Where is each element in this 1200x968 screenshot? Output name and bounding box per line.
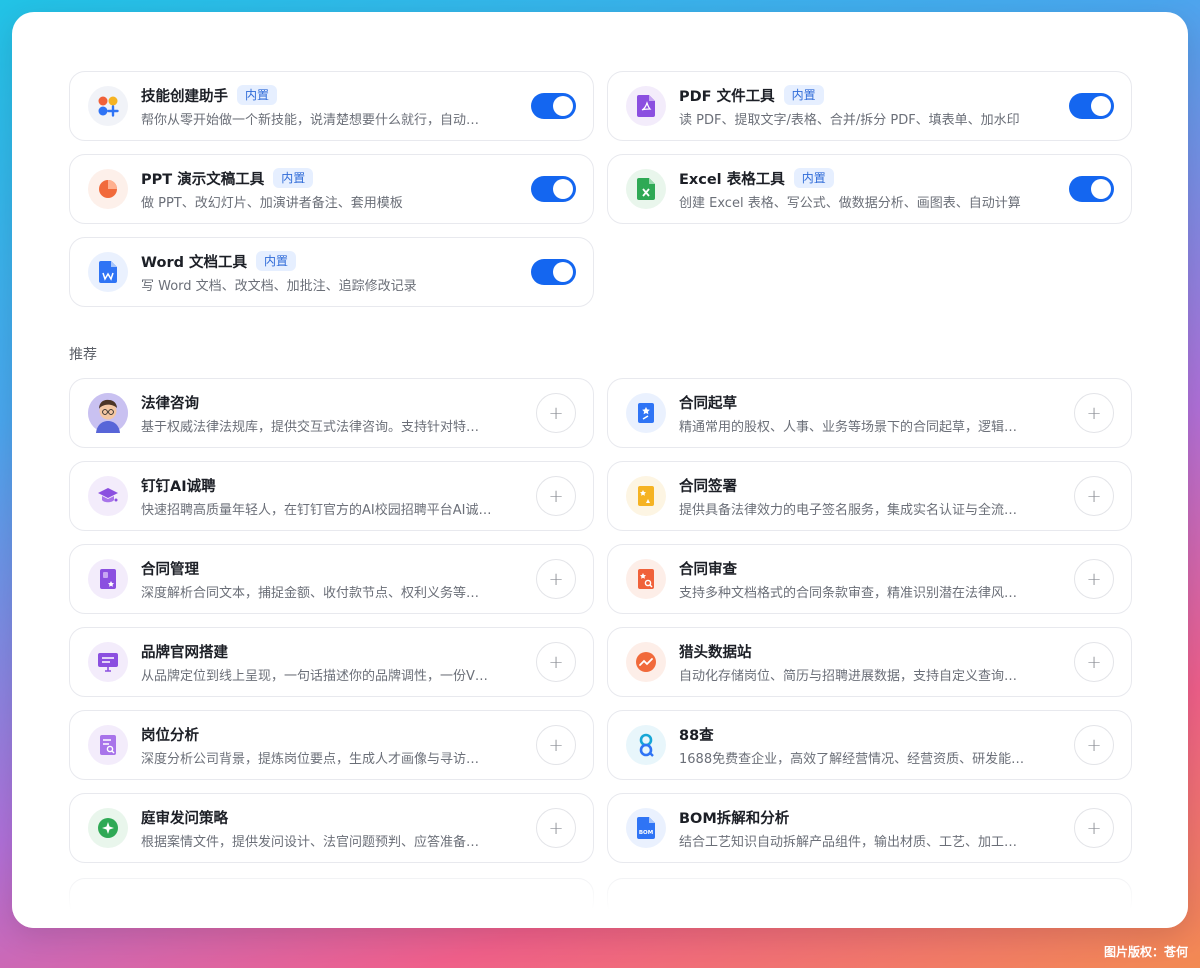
builtin-badge: 内置 bbox=[256, 251, 297, 271]
skill-card-skill-creator[interactable]: 技能创建助手 内置 帮你从零开始做一个新技能，说清楚想要什么就行，自动… bbox=[69, 71, 594, 141]
add-skill-button[interactable]: + bbox=[1074, 559, 1114, 599]
skill-description: 从品牌定位到线上呈现，一句话描述你的品牌调性，一份V… bbox=[141, 669, 488, 684]
contract-review-icon bbox=[626, 559, 666, 599]
skill-title: 88查 bbox=[679, 727, 714, 744]
skill-title: Word 文档工具 bbox=[141, 254, 248, 271]
bom-icon: BOM bbox=[626, 808, 666, 848]
enable-toggle[interactable] bbox=[1069, 93, 1114, 119]
add-skill-button[interactable]: + bbox=[536, 808, 576, 848]
skill-description: 结合工艺知识自动拆解产品组件，输出材质、工艺、加工… bbox=[679, 835, 1018, 850]
skill-title: 法律咨询 bbox=[141, 395, 199, 412]
skill-description: 1688免费查企业，高效了解经营情况、经营资质、研发能… bbox=[679, 752, 1025, 767]
skill-description: 写 Word 文档、改文档、加批注、追踪修改记录 bbox=[141, 279, 417, 294]
builtin-badge: 内置 bbox=[273, 168, 314, 188]
skill-title: 岗位分析 bbox=[141, 727, 199, 744]
add-skill-button[interactable]: + bbox=[1074, 808, 1114, 848]
builtin-badge: 内置 bbox=[237, 85, 278, 105]
court-strategy-icon bbox=[88, 808, 128, 848]
add-skill-button[interactable]: + bbox=[1074, 725, 1114, 765]
enable-toggle[interactable] bbox=[531, 93, 576, 119]
add-skill-button[interactable]: + bbox=[536, 559, 576, 599]
skill-card-contract-review[interactable]: 合同审查 支持多种文档格式的合同条款审查，精准识别潜在法律风… + bbox=[607, 544, 1132, 614]
job-analysis-icon bbox=[88, 725, 128, 765]
skill-description: 精通常用的股权、人事、业务等场景下的合同起草，逻辑… bbox=[679, 420, 1018, 435]
skill-description: 提供具备法律效力的电子签名服务，集成实名认证与全流… bbox=[679, 503, 1018, 518]
skill-card-excel[interactable]: Excel 表格工具 内置 创建 Excel 表格、写公式、做数据分析、画图表、自… bbox=[607, 154, 1132, 224]
website-builder-icon bbox=[88, 642, 128, 682]
skills-panel: 技能创建助手 内置 帮你从零开始做一个新技能，说清楚想要什么就行，自动… PDF … bbox=[12, 12, 1188, 928]
skill-card-legal-consult[interactable]: 法律咨询 基于权威法律法规库，提供交互式法律咨询。支持针对特… + bbox=[69, 378, 594, 448]
skill-card-contract-manage[interactable]: 合同管理 深度解析合同文本，捕捉金额、收付款节点、权利义务等… + bbox=[69, 544, 594, 614]
skill-title: 合同签署 bbox=[679, 478, 737, 495]
skill-creator-icon bbox=[88, 86, 128, 126]
contract-manage-icon bbox=[88, 559, 128, 599]
skill-card-bom-analysis[interactable]: BOM BOM拆解和分析 结合工艺知识自动拆解产品组件，输出材质、工艺、加工… … bbox=[607, 793, 1132, 863]
copyright-watermark: 图片版权：苍何 bbox=[1103, 945, 1188, 959]
skill-description: 支持多种文档格式的合同条款审查，精准识别潜在法律风… bbox=[679, 586, 1018, 601]
contract-draft-icon bbox=[626, 393, 666, 433]
skill-card-contract-sign[interactable]: 合同签署 提供具备法律效力的电子签名服务，集成实名认证与全流… + bbox=[607, 461, 1132, 531]
skill-description: 深度分析公司背景，提炼岗位要点，生成人才画像与寻访… bbox=[141, 752, 480, 767]
skill-card-word[interactable]: Word 文档工具 内置 写 Word 文档、改文档、加批注、追踪修改记录 bbox=[69, 237, 594, 307]
skill-title: BOM拆解和分析 bbox=[679, 810, 790, 827]
word-icon bbox=[88, 252, 128, 292]
skill-description: 基于权威法律法规库，提供交互式法律咨询。支持针对特… bbox=[141, 420, 480, 435]
builtin-skills-grid: 技能创建助手 内置 帮你从零开始做一个新技能，说清楚想要什么就行，自动… PDF … bbox=[69, 71, 1132, 307]
builtin-badge: 内置 bbox=[793, 168, 834, 188]
skill-card-88-search[interactable]: 88查 1688免费查企业，高效了解经营情况、经营资质、研发能… + bbox=[607, 710, 1132, 780]
builtin-badge: 内置 bbox=[783, 85, 824, 105]
contract-sign-icon bbox=[626, 476, 666, 516]
svg-text:BOM: BOM bbox=[639, 830, 653, 836]
skill-description: 深度解析合同文本，捕捉金额、收付款节点、权利义务等… bbox=[141, 586, 480, 601]
ppt-icon bbox=[88, 169, 128, 209]
skill-title: 合同管理 bbox=[141, 561, 199, 578]
skill-card-pdf[interactable]: PDF 文件工具 内置 读 PDF、提取文字/表格、合并/拆分 PDF、填表单、加… bbox=[607, 71, 1132, 141]
skill-title: 钉钉AI诚聘 bbox=[141, 478, 216, 495]
pdf-icon bbox=[626, 86, 666, 126]
skill-card-ppt[interactable]: PPT 演示文稿工具 内置 做 PPT、改幻灯片、加演讲者备注、套用模板 bbox=[69, 154, 594, 224]
skill-description: 根据案情文件，提供发问设计、法官问题预判、应答准备… bbox=[141, 835, 480, 850]
skill-title: 技能创建助手 bbox=[141, 88, 228, 105]
skill-card-headhunter-data[interactable]: 猎头数据站 自动化存储岗位、简历与招聘进展数据，支持自定义查询… + bbox=[607, 627, 1132, 697]
skill-title: 合同起草 bbox=[679, 395, 737, 412]
add-skill-button[interactable]: + bbox=[536, 393, 576, 433]
enable-toggle[interactable] bbox=[531, 176, 576, 202]
skill-title: PPT 演示文稿工具 bbox=[141, 171, 265, 188]
skill-title: 合同审查 bbox=[679, 561, 737, 578]
skill-description: 快速招聘高质量年轻人，在钉钉官方的AI校园招聘平台AI诚… bbox=[141, 503, 492, 518]
add-skill-button[interactable]: + bbox=[536, 642, 576, 682]
skill-description: 做 PPT、改幻灯片、加演讲者备注、套用模板 bbox=[141, 196, 403, 211]
skill-card-brand-website[interactable]: 品牌官网搭建 从品牌定位到线上呈现，一句话描述你的品牌调性，一份V… + bbox=[69, 627, 594, 697]
skill-title: Excel 表格工具 bbox=[679, 171, 785, 188]
skill-title: PDF 文件工具 bbox=[679, 88, 775, 105]
add-skill-button[interactable]: + bbox=[1074, 393, 1114, 433]
skill-description: 创建 Excel 表格、写公式、做数据分析、画图表、自动计算 bbox=[679, 196, 1021, 211]
add-skill-button[interactable]: + bbox=[536, 725, 576, 765]
add-skill-button[interactable]: + bbox=[1074, 642, 1114, 682]
skill-card-dingtalk-ai-hire[interactable]: 钉钉AI诚聘 快速招聘高质量年轻人，在钉钉官方的AI校园招聘平台AI诚… + bbox=[69, 461, 594, 531]
excel-icon bbox=[626, 169, 666, 209]
skill-description: 帮你从零开始做一个新技能，说清楚想要什么就行，自动… bbox=[141, 113, 480, 128]
88-search-icon bbox=[626, 725, 666, 765]
skill-title: 品牌官网搭建 bbox=[141, 644, 228, 661]
trend-chart-icon bbox=[626, 642, 666, 682]
enable-toggle[interactable] bbox=[1069, 176, 1114, 202]
skill-card-contract-draft[interactable]: 合同起草 精通常用的股权、人事、业务等场景下的合同起草，逻辑… + bbox=[607, 378, 1132, 448]
skill-title: 庭审发问策略 bbox=[141, 810, 228, 827]
add-skill-button[interactable]: + bbox=[536, 476, 576, 516]
skill-title: 猎头数据站 bbox=[679, 644, 752, 661]
skill-card-job-analysis[interactable]: 岗位分析 深度分析公司背景，提炼岗位要点，生成人才画像与寻访… + bbox=[69, 710, 594, 780]
skill-card-court-strategy[interactable]: 庭审发问策略 根据案情文件，提供发问设计、法官问题预判、应答准备… + bbox=[69, 793, 594, 863]
recommended-section-label: 推荐 bbox=[69, 347, 97, 363]
lawyer-avatar-icon bbox=[88, 393, 128, 433]
enable-toggle[interactable] bbox=[531, 259, 576, 285]
skill-description: 读 PDF、提取文字/表格、合并/拆分 PDF、填表单、加水印 bbox=[679, 113, 1020, 128]
skill-description: 自动化存储岗位、简历与招聘进展数据，支持自定义查询… bbox=[679, 669, 1018, 684]
scroll-fade bbox=[12, 868, 1188, 928]
recommended-skills-grid: 法律咨询 基于权威法律法规库，提供交互式法律咨询。支持针对特… + 合同起草 精… bbox=[69, 378, 1132, 863]
add-skill-button[interactable]: + bbox=[1074, 476, 1114, 516]
graduation-cap-icon bbox=[88, 476, 128, 516]
